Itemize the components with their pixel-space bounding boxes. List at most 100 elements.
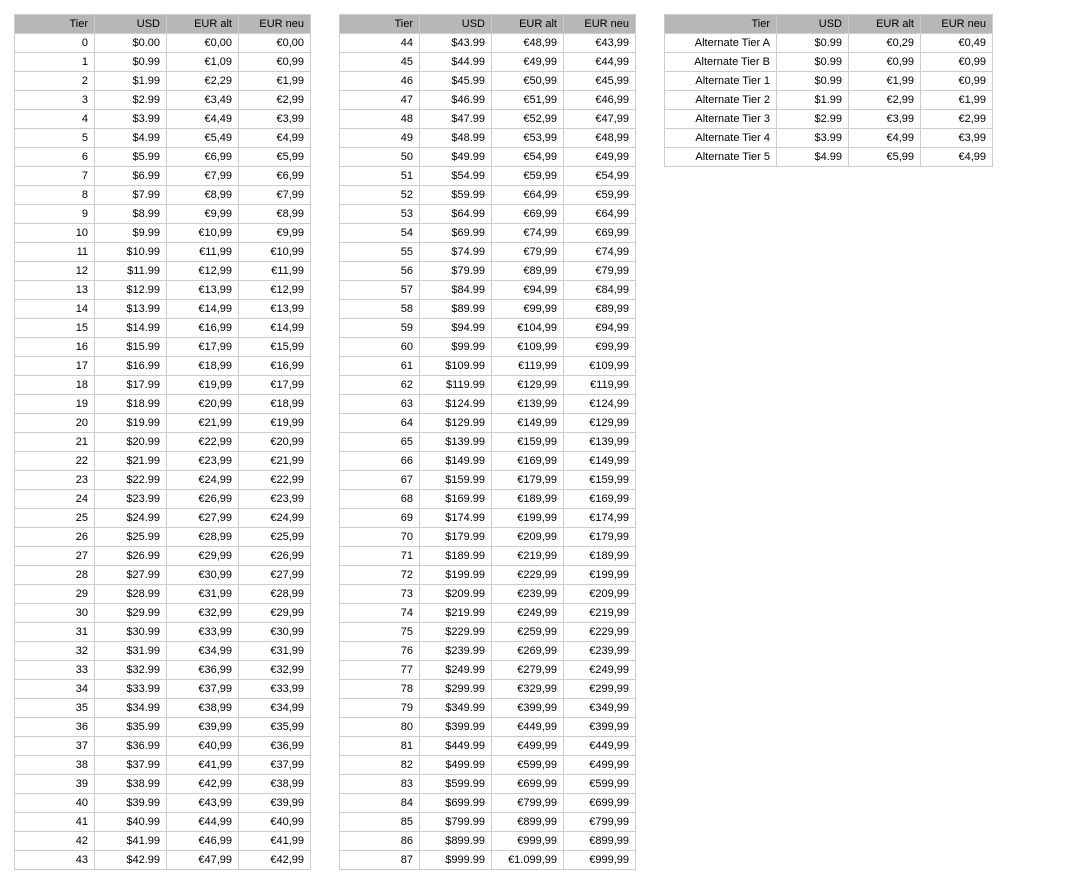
cell-usd: $45.99 (420, 72, 492, 91)
cell-eur-alt: €64,99 (492, 186, 564, 205)
cell-eur-neu: €46,99 (564, 91, 636, 110)
table-row: 78$299.99€329,99€299,99 (340, 680, 636, 699)
cell-usd: $174.99 (420, 509, 492, 528)
cell-eur-alt: €33,99 (167, 623, 239, 642)
cell-eur-alt: €40,99 (167, 737, 239, 756)
cell-eur-alt: €16,99 (167, 319, 239, 338)
cell-eur-neu: €69,99 (564, 224, 636, 243)
table-row: 25$24.99€27,99€24,99 (15, 509, 311, 528)
cell-usd: $5.99 (95, 148, 167, 167)
cell-usd: $89.99 (420, 300, 492, 319)
table-row: 75$229.99€259,99€229,99 (340, 623, 636, 642)
cell-usd: $14.99 (95, 319, 167, 338)
cell-eur-neu: €209,99 (564, 585, 636, 604)
cell-eur-alt: €94,99 (492, 281, 564, 300)
cell-usd: $19.99 (95, 414, 167, 433)
cell-usd: $3.99 (777, 129, 849, 148)
cell-eur-neu: €239,99 (564, 642, 636, 661)
cell-tier: 25 (15, 509, 95, 528)
cell-usd: $36.99 (95, 737, 167, 756)
cell-eur-alt: €329,99 (492, 680, 564, 699)
cell-tier: 15 (15, 319, 95, 338)
cell-eur-neu: €19,99 (239, 414, 311, 433)
cell-eur-alt: €899,99 (492, 813, 564, 832)
cell-eur-alt: €129,99 (492, 376, 564, 395)
cell-usd: $37.99 (95, 756, 167, 775)
cell-eur-alt: €0,29 (849, 34, 921, 53)
cell-eur-neu: €219,99 (564, 604, 636, 623)
header-tier: Tier (15, 15, 95, 34)
cell-eur-neu: €4,99 (921, 148, 993, 167)
table-row: 53$64.99€69,99€64,99 (340, 205, 636, 224)
cell-eur-alt: €12,99 (167, 262, 239, 281)
cell-eur-alt: €3,49 (167, 91, 239, 110)
cell-tier: 41 (15, 813, 95, 832)
cell-tier: Alternate Tier B (665, 53, 777, 72)
cell-tier: 8 (15, 186, 95, 205)
cell-eur-alt: €26,99 (167, 490, 239, 509)
cell-usd: $8.99 (95, 205, 167, 224)
cell-eur-neu: €14,99 (239, 319, 311, 338)
table-row: Alternate Tier 3$2.99€3,99€2,99 (665, 110, 993, 129)
cell-eur-neu: €24,99 (239, 509, 311, 528)
cell-usd: $7.99 (95, 186, 167, 205)
cell-usd: $239.99 (420, 642, 492, 661)
cell-tier: 29 (15, 585, 95, 604)
table-row: 65$139.99€159,99€139,99 (340, 433, 636, 452)
cell-eur-neu: €94,99 (564, 319, 636, 338)
table-row: 35$34.99€38,99€34,99 (15, 699, 311, 718)
cell-eur-neu: €48,99 (564, 129, 636, 148)
cell-eur-neu: €49,99 (564, 148, 636, 167)
cell-eur-neu: €124,99 (564, 395, 636, 414)
cell-eur-alt: €499,99 (492, 737, 564, 756)
cell-tier: 57 (340, 281, 420, 300)
cell-eur-neu: €64,99 (564, 205, 636, 224)
table-row: 83$599.99€699,99€599,99 (340, 775, 636, 794)
header-usd: USD (777, 15, 849, 34)
cell-eur-alt: €23,99 (167, 452, 239, 471)
table-row: 34$33.99€37,99€33,99 (15, 680, 311, 699)
cell-usd: $32.99 (95, 661, 167, 680)
cell-eur-alt: €79,99 (492, 243, 564, 262)
cell-tier: 73 (340, 585, 420, 604)
table-row: 66$149.99€169,99€149,99 (340, 452, 636, 471)
table-row: 45$44.99€49,99€44,99 (340, 53, 636, 72)
table-row: 22$21.99€23,99€21,99 (15, 452, 311, 471)
cell-usd: $44.99 (420, 53, 492, 72)
cell-usd: $31.99 (95, 642, 167, 661)
cell-usd: $35.99 (95, 718, 167, 737)
cell-usd: $18.99 (95, 395, 167, 414)
cell-tier: 49 (340, 129, 420, 148)
cell-tier: 59 (340, 319, 420, 338)
cell-usd: $2.99 (95, 91, 167, 110)
pricing-table-part1: TierUSDEUR altEUR neu0$0.00€0,00€0,001$0… (14, 14, 311, 870)
table-header-row: TierUSDEUR altEUR neu (665, 15, 993, 34)
cell-eur-alt: €149,99 (492, 414, 564, 433)
cell-usd: $99.99 (420, 338, 492, 357)
cell-tier: 17 (15, 357, 95, 376)
cell-usd: $899.99 (420, 832, 492, 851)
cell-eur-alt: €29,99 (167, 547, 239, 566)
cell-eur-neu: €39,99 (239, 794, 311, 813)
cell-eur-alt: €51,99 (492, 91, 564, 110)
cell-usd: $699.99 (420, 794, 492, 813)
cell-usd: $28.99 (95, 585, 167, 604)
cell-eur-alt: €269,99 (492, 642, 564, 661)
cell-eur-alt: €219,99 (492, 547, 564, 566)
cell-eur-neu: €33,99 (239, 680, 311, 699)
cell-eur-neu: €399,99 (564, 718, 636, 737)
table-row: 59$94.99€104,99€94,99 (340, 319, 636, 338)
cell-tier: 66 (340, 452, 420, 471)
table-row: 44$43.99€48,99€43,99 (340, 34, 636, 53)
cell-eur-alt: €239,99 (492, 585, 564, 604)
cell-eur-alt: €31,99 (167, 585, 239, 604)
cell-usd: $599.99 (420, 775, 492, 794)
cell-usd: $4.99 (95, 129, 167, 148)
cell-tier: 81 (340, 737, 420, 756)
table-row: 56$79.99€89,99€79,99 (340, 262, 636, 281)
cell-eur-alt: €24,99 (167, 471, 239, 490)
table-row: 16$15.99€17,99€15,99 (15, 338, 311, 357)
pricing-table-part2: TierUSDEUR altEUR neu44$43.99€48,99€43,9… (339, 14, 636, 870)
cell-eur-neu: €35,99 (239, 718, 311, 737)
cell-eur-alt: €279,99 (492, 661, 564, 680)
